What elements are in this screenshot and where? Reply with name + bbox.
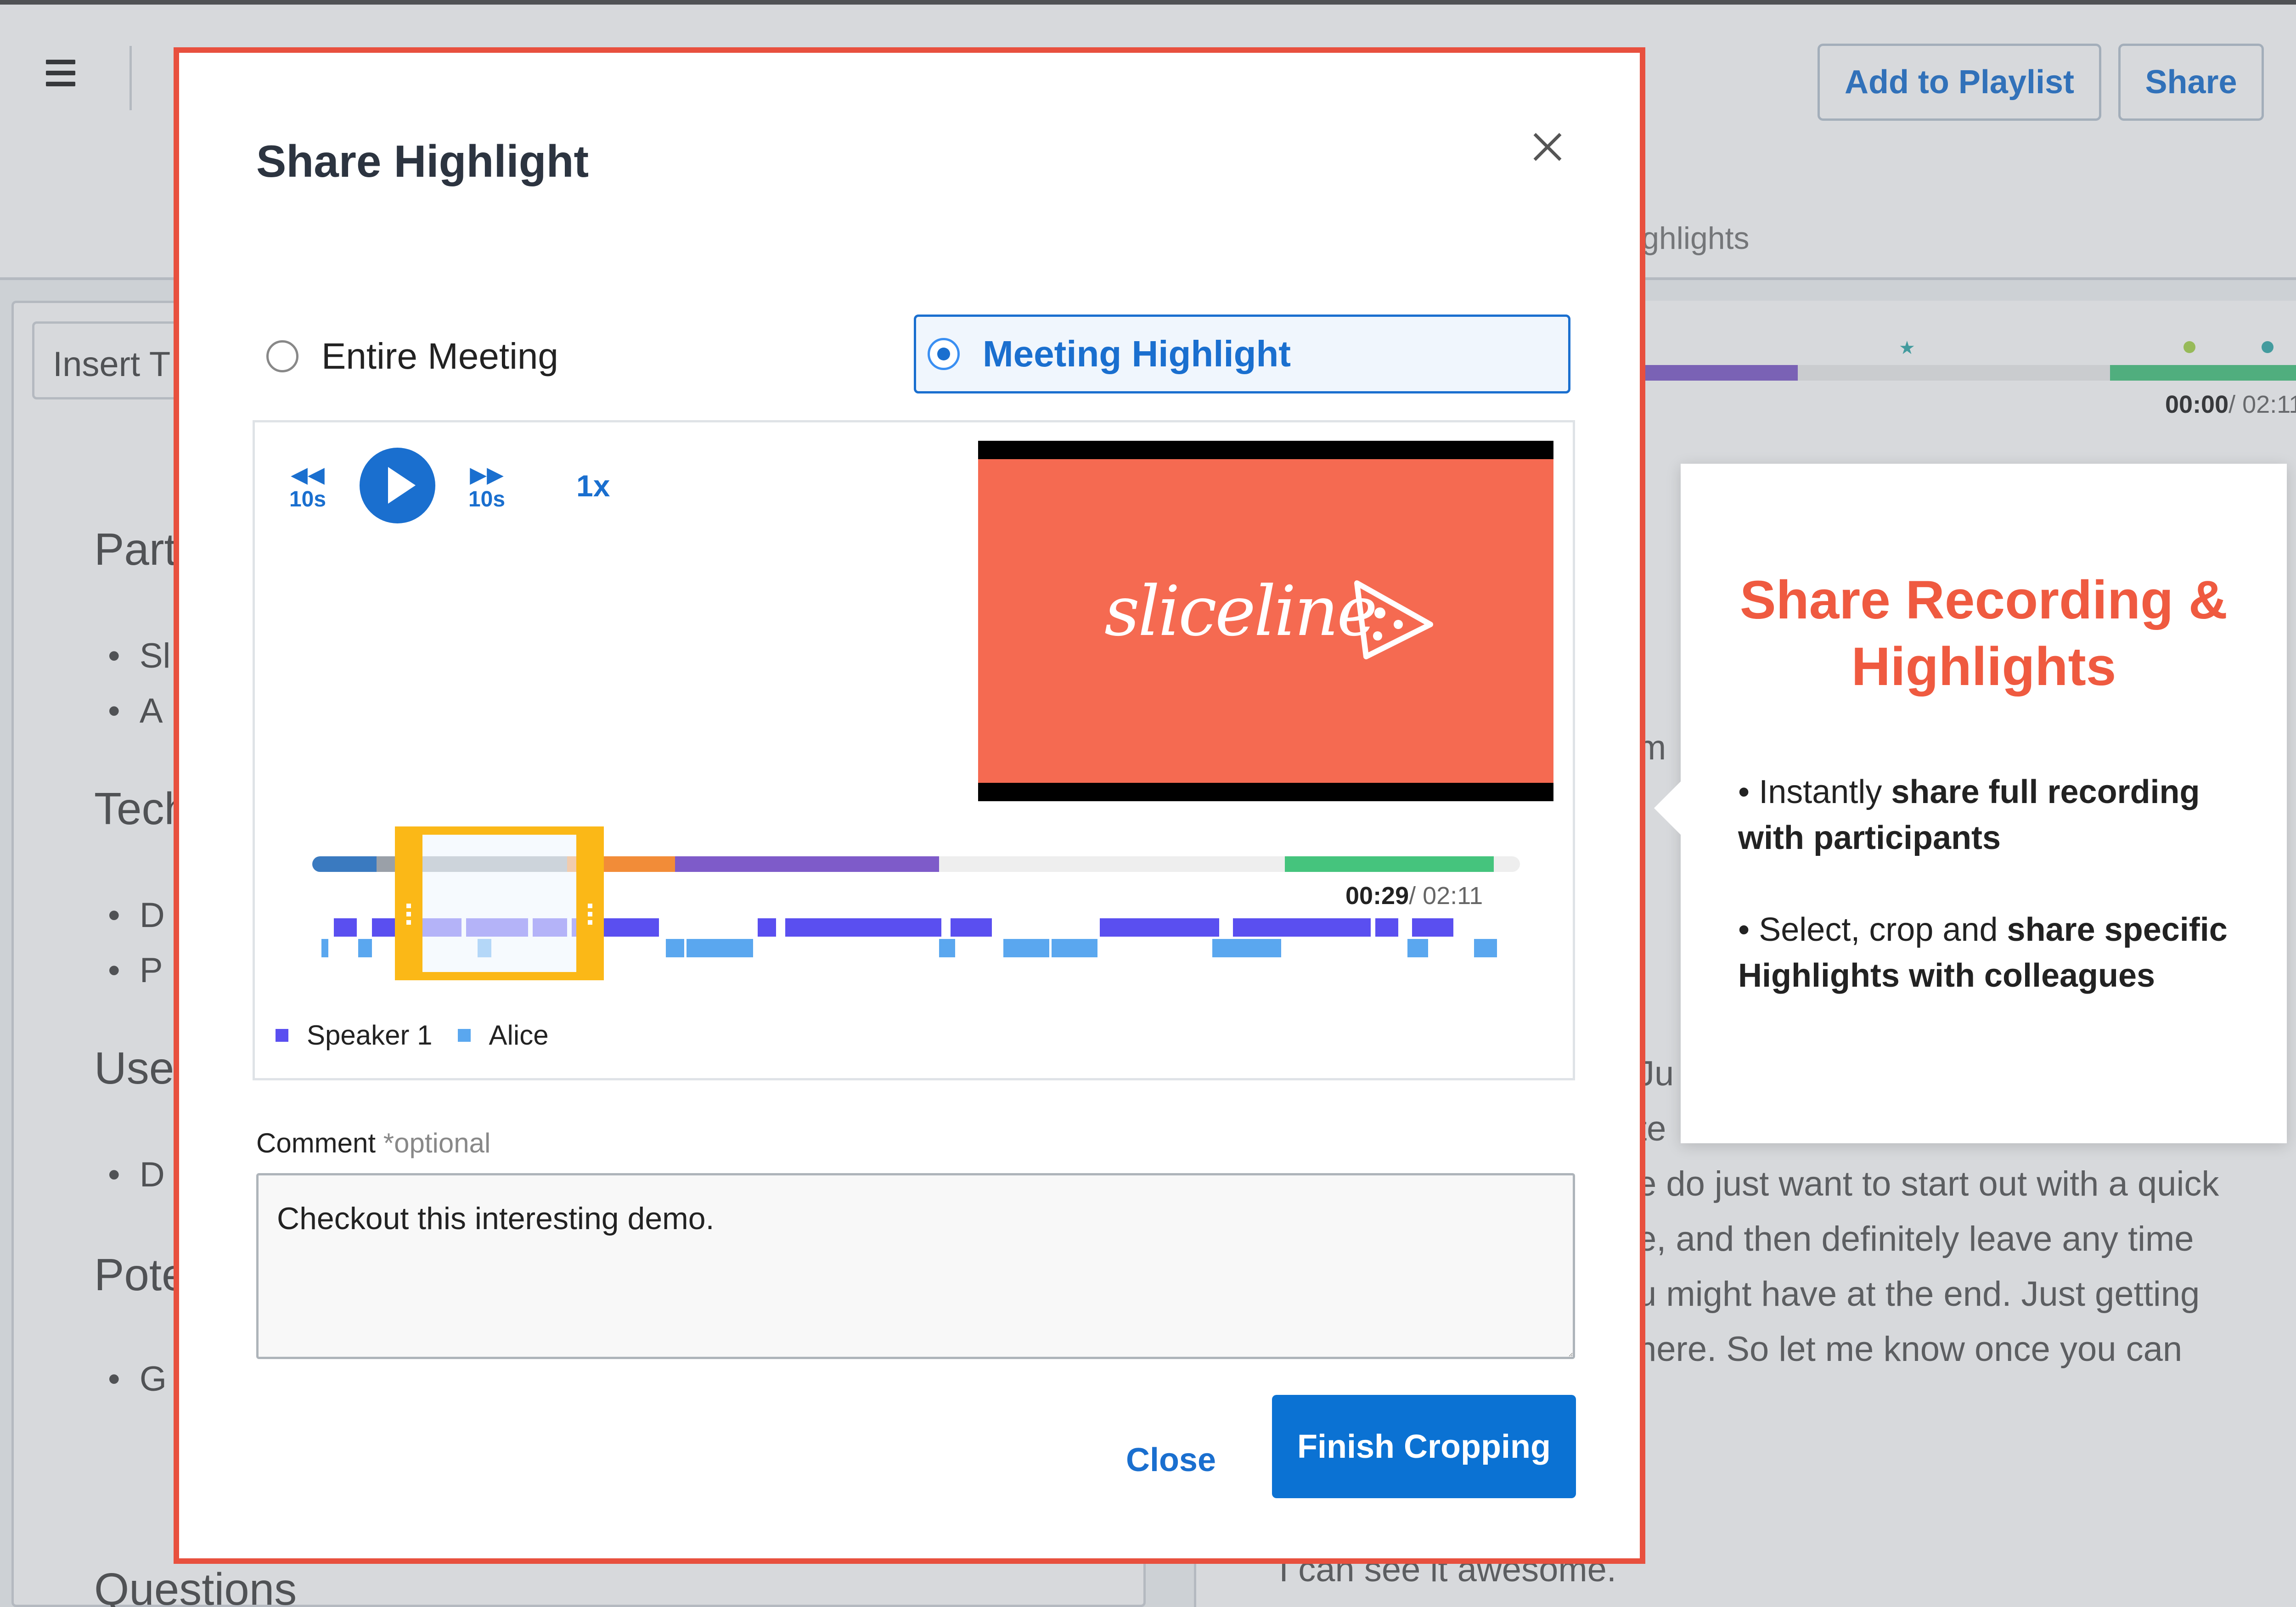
forward-icon: ▶▶ [470, 463, 504, 487]
legend-speaker-1: Speaker 1 [307, 1020, 433, 1051]
option-label: Meeting Highlight [983, 333, 1291, 374]
close-icon[interactable] [1529, 129, 1566, 165]
legend-alice: Alice [489, 1020, 549, 1051]
radio-unchecked[interactable] [266, 340, 298, 372]
callout-arrow [1654, 781, 1682, 836]
close-button[interactable]: Close [1111, 1426, 1231, 1495]
feature-callout: Share Recording & Highlights • Instantly… [1654, 464, 2287, 1143]
video-logo: sliceline [1104, 572, 1378, 652]
modal-title: Share Highlight [256, 136, 589, 186]
video-frame: sliceline [978, 459, 1553, 783]
finish-cropping-button[interactable]: Finish Cropping [1272, 1395, 1576, 1498]
legend-swatch [276, 1028, 288, 1042]
forward-label: 10s [468, 487, 506, 511]
video-preview[interactable]: sliceline [978, 441, 1553, 801]
comment-input[interactable]: Checkout this interesting demo. [256, 1173, 1575, 1359]
legend-swatch [457, 1028, 471, 1042]
share-highlight-modal: Share Highlight Entire Meeting Meeting H… [174, 47, 1645, 1564]
callout-point-1: • Instantly share full recording with pa… [1738, 774, 2200, 856]
option-meeting-highlight[interactable]: Meeting Highlight [914, 315, 1570, 393]
callout-point-2: • Select, crop and share specific Highli… [1738, 911, 2228, 994]
share-type-options: Entire Meeting Meeting Highlight [253, 264, 1575, 429]
play-button[interactable] [360, 448, 435, 523]
highlight-player: ◀◀ 10s ▶▶ 10s 1x sliceline 00:29/ 02:11 … [253, 420, 1575, 1080]
forward-button[interactable]: ▶▶ 10s [464, 464, 510, 512]
crop-selection[interactable] [395, 826, 604, 980]
rewind-button[interactable]: ◀◀ 10s [285, 464, 331, 512]
option-label: Entire Meeting [321, 336, 558, 376]
rewind-label: 10s [289, 487, 326, 511]
speed-button[interactable]: 1x [576, 468, 610, 503]
crop-end-handle[interactable] [588, 904, 592, 928]
highlight-time: 00:29/ 02:11 [1345, 882, 1483, 910]
speaker-legend: Speaker 1 Alice [276, 1019, 549, 1051]
callout-title: Share Recording & Highlights [1739, 570, 2228, 697]
radio-checked[interactable] [928, 338, 960, 370]
option-entire-meeting[interactable]: Entire Meeting [266, 335, 558, 377]
crop-start-handle[interactable] [406, 904, 411, 928]
pizza-slice-icon [1354, 580, 1433, 659]
rewind-icon: ◀◀ [291, 463, 325, 487]
comment-label: Comment *optional [256, 1128, 491, 1158]
